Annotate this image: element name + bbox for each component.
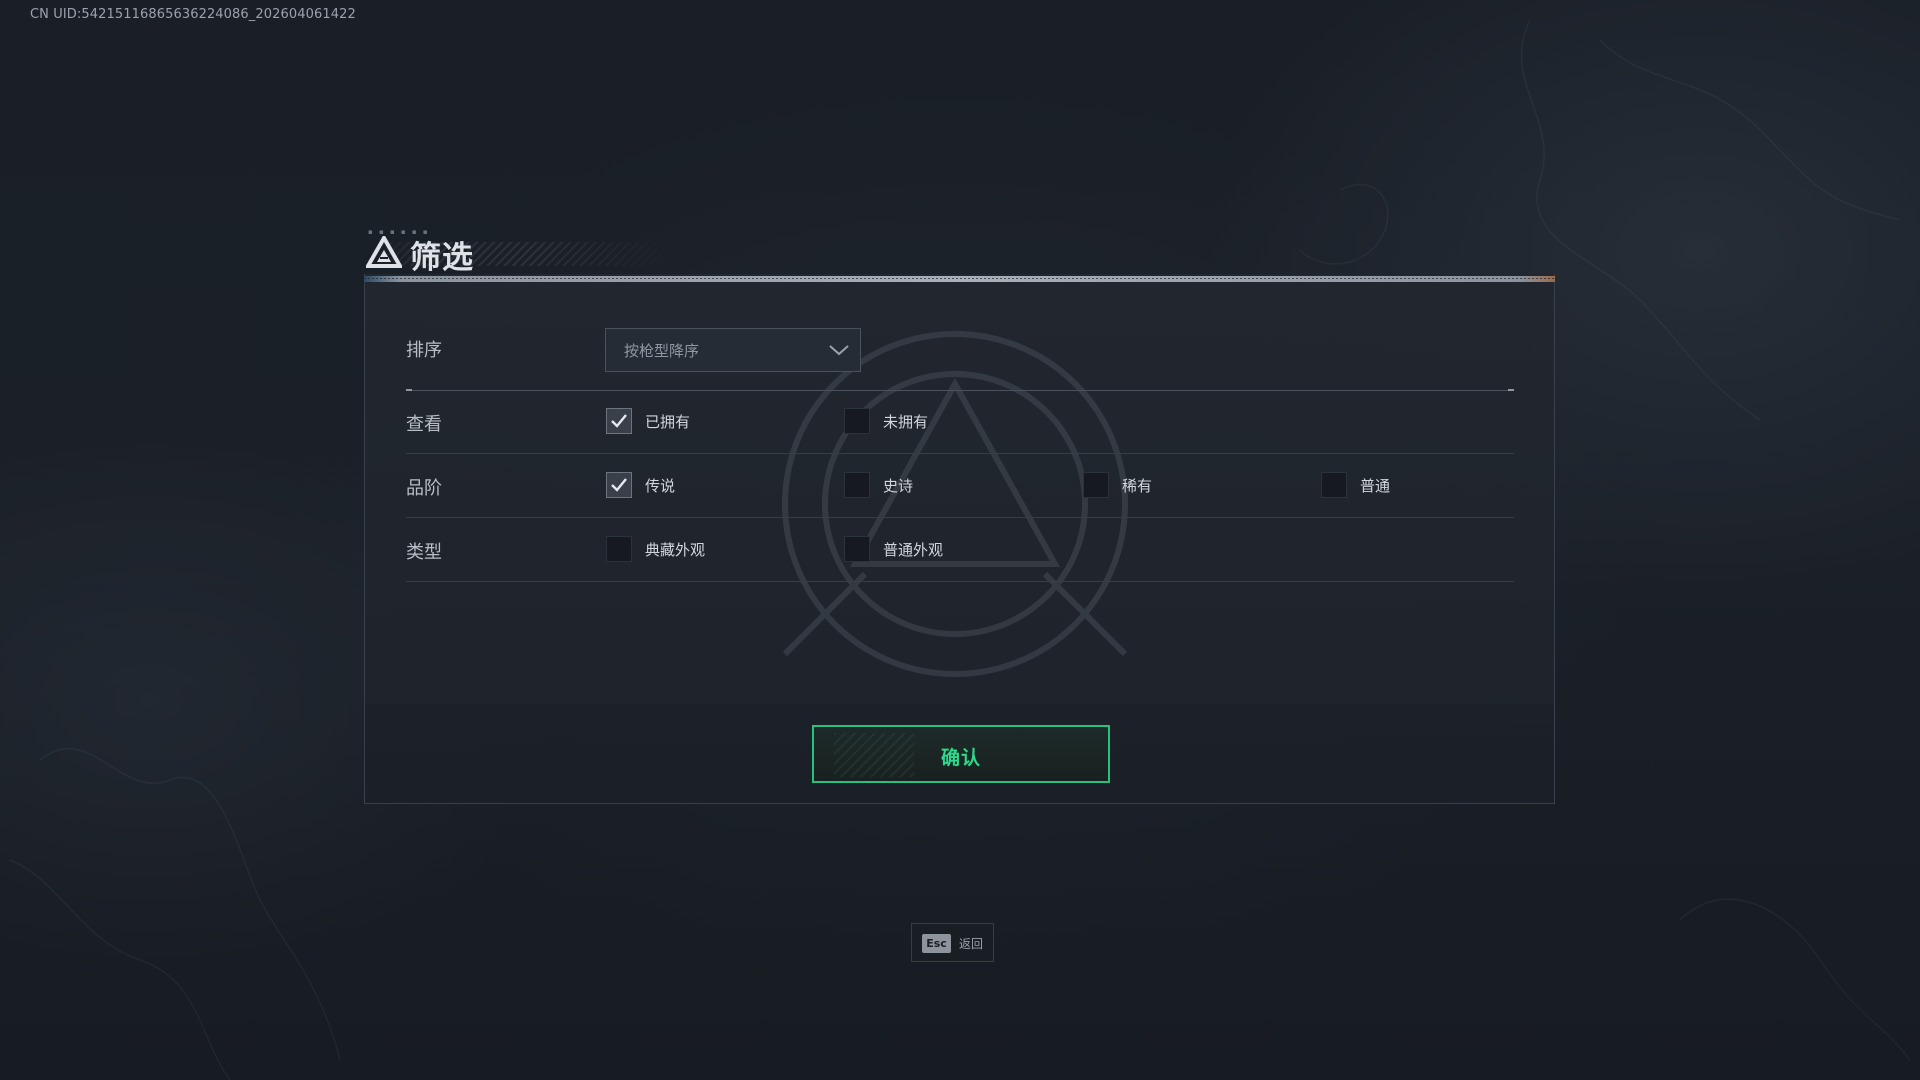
esc-key-icon: Esc: [922, 934, 951, 953]
view-label: 查看: [406, 414, 442, 435]
checkbox-box[interactable]: [844, 472, 870, 498]
checkbox-box[interactable]: [606, 536, 632, 562]
checkbox-label: 传说: [645, 477, 676, 495]
divider: [406, 390, 1514, 391]
panel-header: ▪ ▪ ▪ ▪ ▪ ▪ 筛选: [364, 228, 764, 276]
checkbox-label: 典藏外观: [645, 541, 706, 559]
checkbox-box[interactable]: [1321, 472, 1347, 498]
checkbox-not-owned[interactable]: 未拥有: [844, 408, 1044, 436]
rarity-label: 品阶: [406, 478, 442, 499]
checkbox-box-checked[interactable]: [606, 472, 632, 498]
checkbox-common[interactable]: 普通: [1321, 472, 1501, 500]
checkbox-label: 普通外观: [883, 541, 944, 559]
checkbox-label: 史诗: [883, 477, 914, 495]
checkbox-box[interactable]: [844, 536, 870, 562]
checkbox-box[interactable]: [1083, 472, 1109, 498]
panel-top-bar: [364, 276, 1555, 282]
checkbox-rare[interactable]: 稀有: [1083, 472, 1283, 500]
checkbox-normal-skin[interactable]: 普通外观: [844, 536, 1044, 564]
type-label: 类型: [406, 542, 442, 563]
divider-tick: [406, 389, 412, 391]
esc-back-button[interactable]: Esc 返回: [911, 923, 994, 962]
chevron-down-icon: [829, 345, 849, 356]
checkbox-legendary[interactable]: 传说: [606, 472, 806, 500]
page-title: 筛选: [410, 240, 474, 276]
checkbox-collection-skin[interactable]: 典藏外观: [606, 536, 806, 564]
checkbox-owned[interactable]: 已拥有: [606, 408, 806, 436]
triangle-logo-icon: [366, 236, 402, 268]
checkmark-icon: [611, 414, 627, 428]
divider-tick: [1508, 389, 1514, 391]
checkbox-box-checked[interactable]: [606, 408, 632, 434]
confirm-label: 确认: [940, 747, 981, 769]
confirm-button[interactable]: 确认: [812, 725, 1110, 783]
checkbox-label: 未拥有: [883, 413, 929, 431]
checkbox-label: 稀有: [1122, 477, 1153, 495]
checkbox-box[interactable]: [844, 408, 870, 434]
checkbox-label: 已拥有: [645, 413, 691, 431]
uid-text: CN UID:542151168656362240​86_20260406142…: [30, 7, 356, 22]
sort-label: 排序: [406, 340, 442, 361]
sort-selected-value: 按枪型降序: [624, 342, 700, 360]
divider: [406, 517, 1514, 518]
divider: [406, 581, 1514, 582]
sort-dropdown[interactable]: 按枪型降序: [605, 328, 861, 372]
checkbox-epic[interactable]: 史诗: [844, 472, 1044, 500]
checkbox-label: 普通: [1360, 477, 1391, 495]
filter-panel: 排序 按枪型降序 查看 已拥有 未拥有 品阶 传说 史诗 稀有 普通 类型 典藏…: [364, 274, 1555, 804]
checkmark-icon: [611, 478, 627, 492]
back-label: 返回: [959, 937, 984, 951]
divider: [406, 453, 1514, 454]
